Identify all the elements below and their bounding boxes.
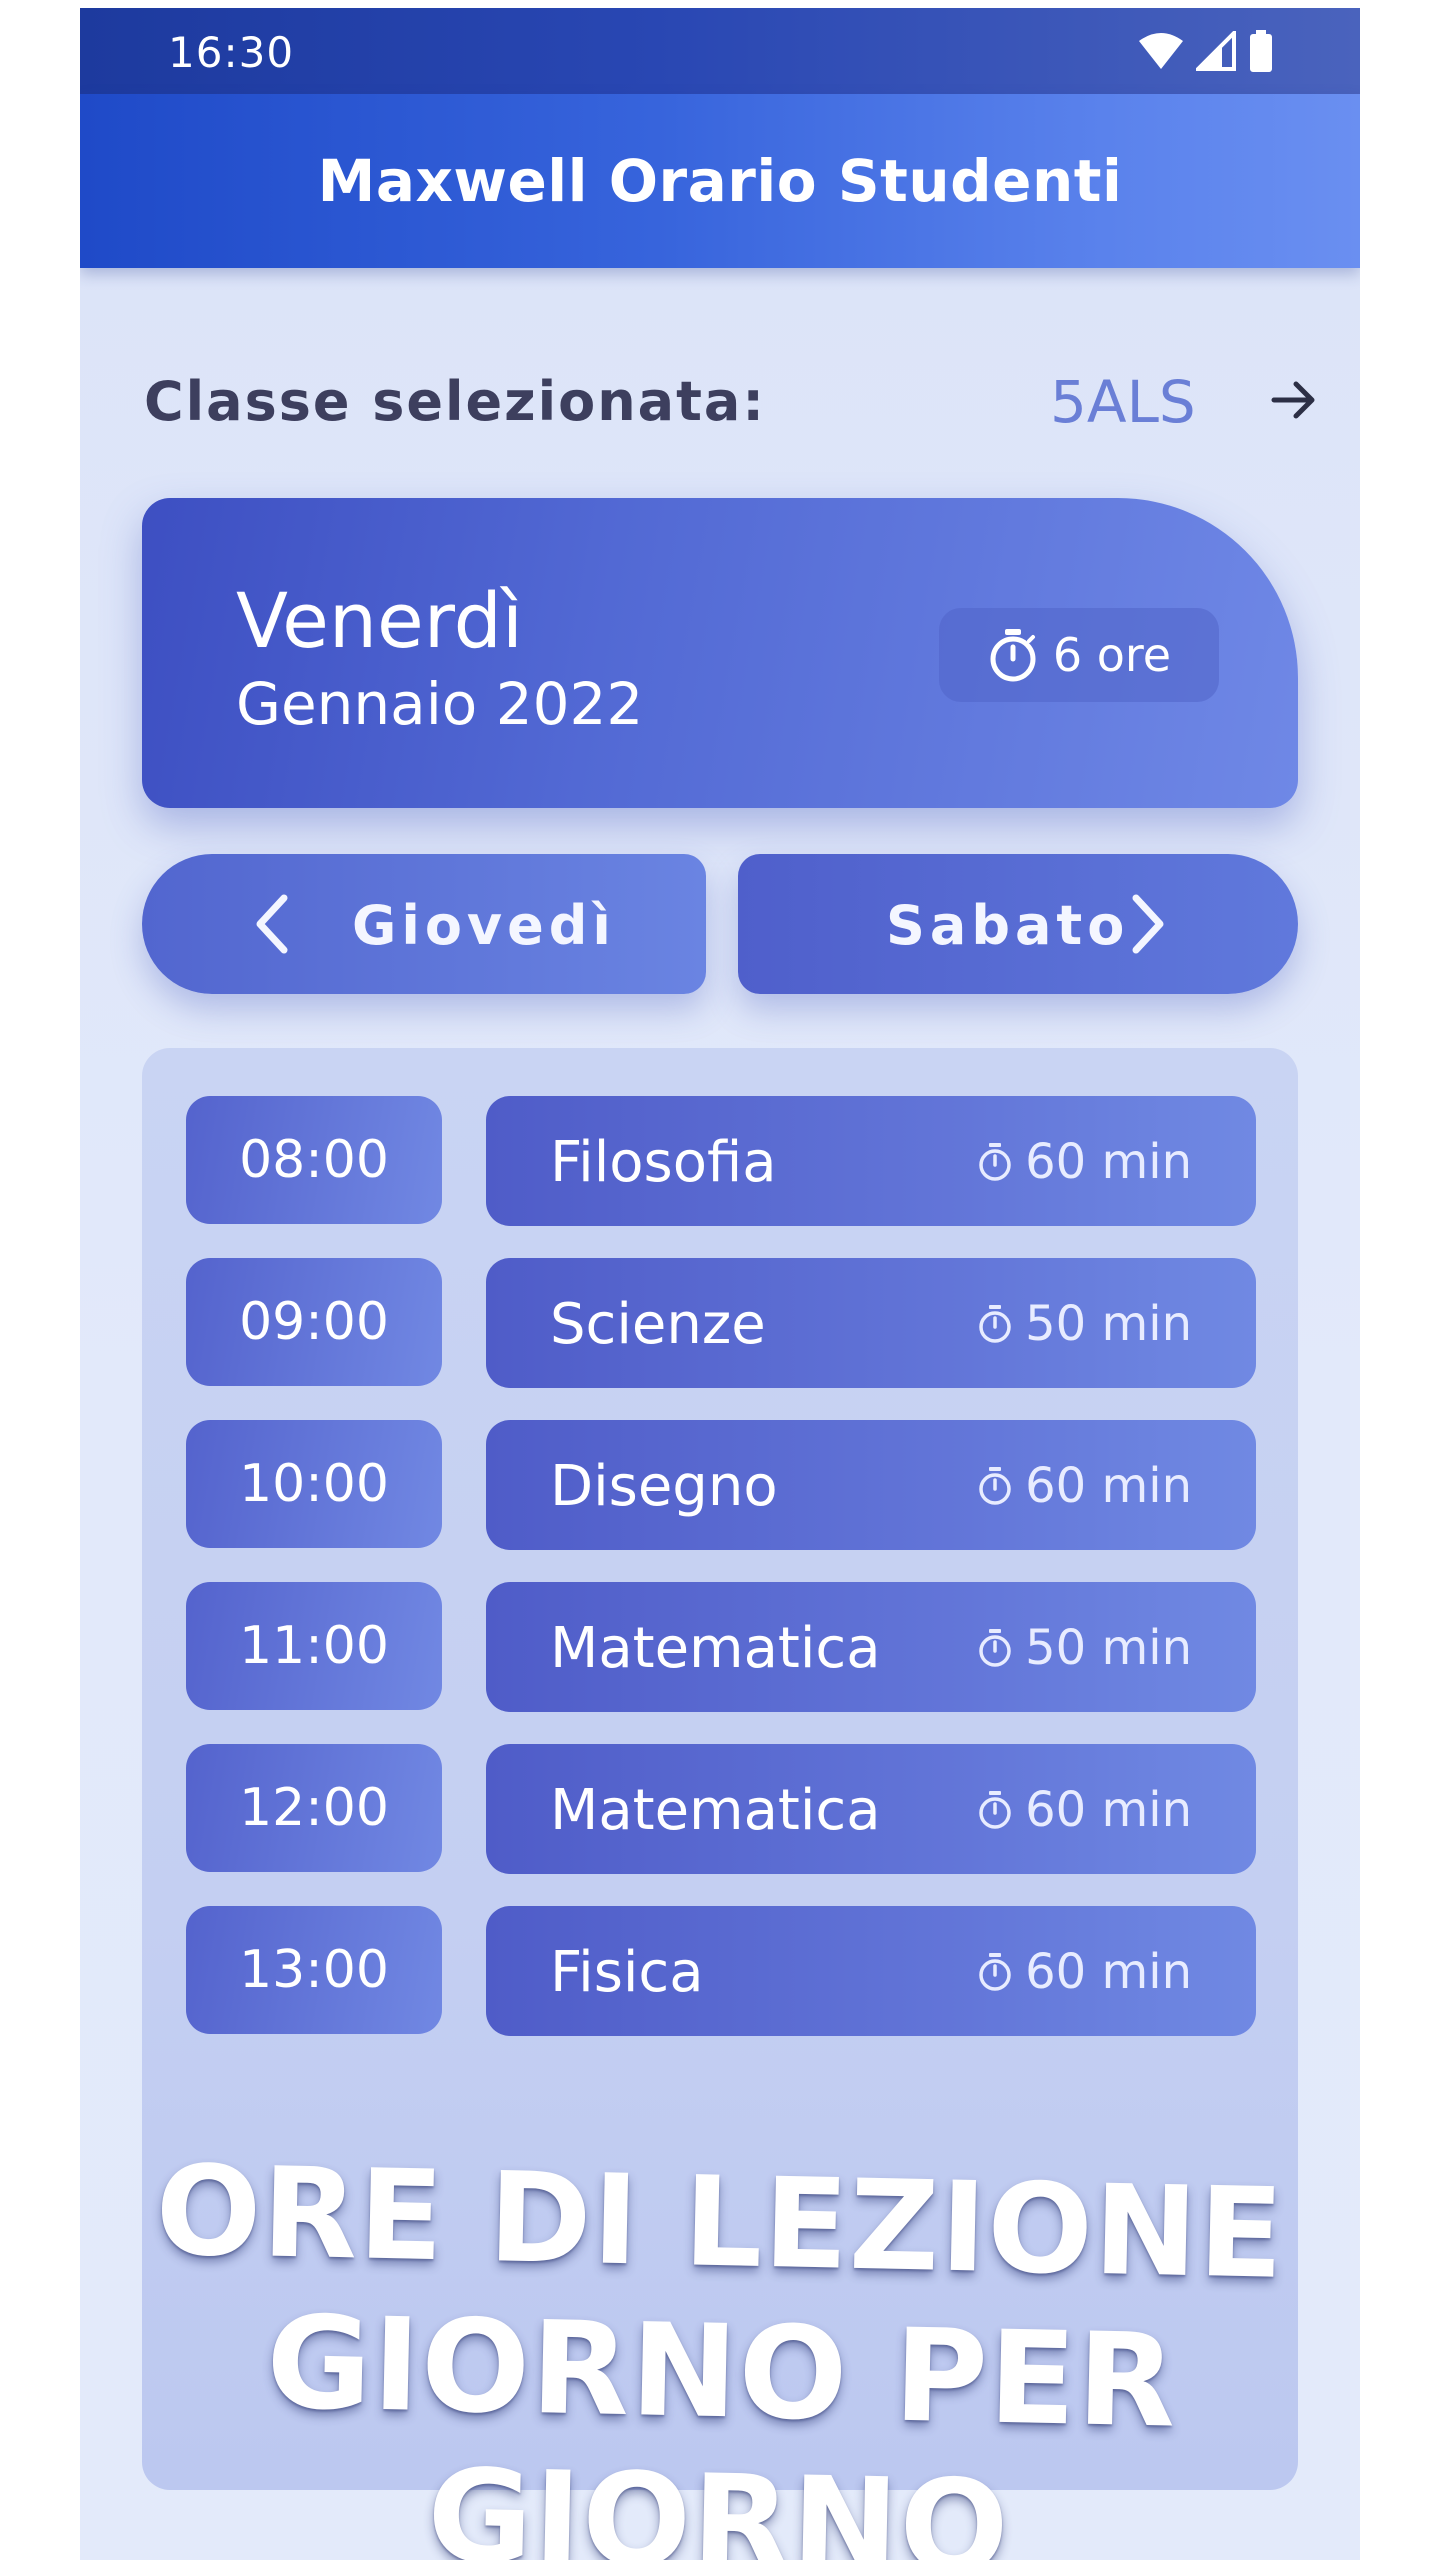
lesson-time: 12:00 bbox=[186, 1744, 442, 1872]
wifi-icon bbox=[1139, 33, 1183, 69]
chevron-right-icon bbox=[1132, 894, 1164, 954]
next-day-label: Sabato bbox=[886, 894, 1130, 957]
lesson-row[interactable]: 09:00 Scienze 50 min bbox=[186, 1258, 1256, 1388]
app-bar: Maxwell Orario Studenti bbox=[80, 94, 1360, 268]
lesson-row[interactable]: 12:00 Matematica 60 min bbox=[186, 1744, 1256, 1874]
class-label: Classe selezionata: bbox=[144, 370, 766, 433]
day-month-year: Gennaio 2022 bbox=[236, 670, 644, 738]
status-time: 16:30 bbox=[168, 28, 295, 77]
stopwatch-icon bbox=[979, 1305, 1011, 1343]
lesson-duration: 60 min bbox=[977, 1134, 1192, 1190]
lesson-subject: Disegno bbox=[550, 1454, 778, 1519]
lesson-subject-card[interactable]: Matematica 60 min bbox=[486, 1744, 1256, 1874]
lesson-duration: 60 min bbox=[977, 1458, 1192, 1514]
stopwatch-icon bbox=[990, 629, 1036, 682]
lesson-subject: Filosofia bbox=[550, 1130, 777, 1195]
lesson-duration-text: 60 min bbox=[1025, 1782, 1192, 1838]
lesson-duration: 60 min bbox=[977, 1782, 1192, 1838]
lesson-duration-text: 50 min bbox=[1025, 1620, 1192, 1676]
lesson-subject: Fisica bbox=[550, 1940, 704, 2005]
stopwatch-icon bbox=[979, 1953, 1011, 1991]
lesson-row[interactable]: 11:00 Matematica 50 min bbox=[186, 1582, 1256, 1712]
lesson-duration: 60 min bbox=[977, 1944, 1192, 2000]
lesson-subject: Matematica bbox=[550, 1616, 881, 1681]
stopwatch-icon bbox=[979, 1143, 1011, 1181]
lesson-duration-text: 60 min bbox=[1025, 1134, 1192, 1190]
chevron-left-icon bbox=[256, 894, 288, 954]
class-selector[interactable]: Classe selezionata: 5ALS bbox=[144, 360, 1315, 440]
stopwatch-icon bbox=[979, 1467, 1011, 1505]
promo-line-2: GIORNO PER GIORNO bbox=[264, 2288, 1179, 2560]
lesson-duration: 50 min bbox=[977, 1296, 1192, 1352]
lesson-duration-text: 50 min bbox=[1025, 1296, 1192, 1352]
cell-signal-icon bbox=[1196, 31, 1236, 71]
lesson-duration-text: 60 min bbox=[1025, 1944, 1192, 2000]
lesson-subject: Matematica bbox=[550, 1778, 881, 1843]
day-name: Venerdì bbox=[236, 576, 524, 665]
lesson-subject-card[interactable]: Matematica 50 min bbox=[486, 1582, 1256, 1712]
lesson-subject-card[interactable]: Disegno 60 min bbox=[486, 1420, 1256, 1550]
lesson-duration-text: 60 min bbox=[1025, 1458, 1192, 1514]
promo-caption: ORE DI LEZIONE GIORNO PER GIORNO bbox=[80, 2139, 1360, 2560]
phone-screen: 16:30 Maxwell Orario Studenti Classe sel… bbox=[80, 8, 1360, 2560]
stopwatch-icon bbox=[979, 1629, 1011, 1667]
lesson-time: 08:00 bbox=[186, 1096, 442, 1224]
next-day-button[interactable]: Sabato bbox=[738, 854, 1298, 994]
status-icons bbox=[1138, 30, 1274, 72]
lesson-time: 10:00 bbox=[186, 1420, 442, 1548]
lesson-subject-card[interactable]: Fisica 60 min bbox=[486, 1906, 1256, 2036]
lesson-time: 13:00 bbox=[186, 1906, 442, 2034]
app-title: Maxwell Orario Studenti bbox=[317, 147, 1123, 215]
status-bar: 16:30 bbox=[80, 8, 1360, 94]
class-value[interactable]: 5ALS bbox=[1050, 368, 1196, 436]
lesson-subject: Scienze bbox=[550, 1292, 766, 1357]
prev-day-label: Giovedì bbox=[352, 894, 616, 957]
lesson-subject-card[interactable]: Scienze 50 min bbox=[486, 1258, 1256, 1388]
battery-icon bbox=[1250, 30, 1272, 72]
hours-badge: 6 ore bbox=[939, 608, 1219, 702]
arrow-right-icon[interactable] bbox=[1264, 370, 1324, 430]
promo-line-1: ORE DI LEZIONE bbox=[154, 2139, 1286, 2307]
lesson-row[interactable]: 10:00 Disegno 60 min bbox=[186, 1420, 1256, 1550]
lesson-time: 09:00 bbox=[186, 1258, 442, 1386]
day-card: Venerdì Gennaio 2022 6 ore bbox=[142, 498, 1298, 808]
lesson-duration: 50 min bbox=[977, 1620, 1192, 1676]
lesson-row[interactable]: 13:00 Fisica 60 min bbox=[186, 1906, 1256, 2036]
lesson-time: 11:00 bbox=[186, 1582, 442, 1710]
lesson-row[interactable]: 08:00 Filosofia 60 min bbox=[186, 1096, 1256, 1226]
hours-count: 6 ore bbox=[1052, 628, 1172, 682]
prev-day-button[interactable]: Giovedì bbox=[142, 854, 706, 994]
stopwatch-icon bbox=[979, 1791, 1011, 1829]
lesson-subject-card[interactable]: Filosofia 60 min bbox=[486, 1096, 1256, 1226]
